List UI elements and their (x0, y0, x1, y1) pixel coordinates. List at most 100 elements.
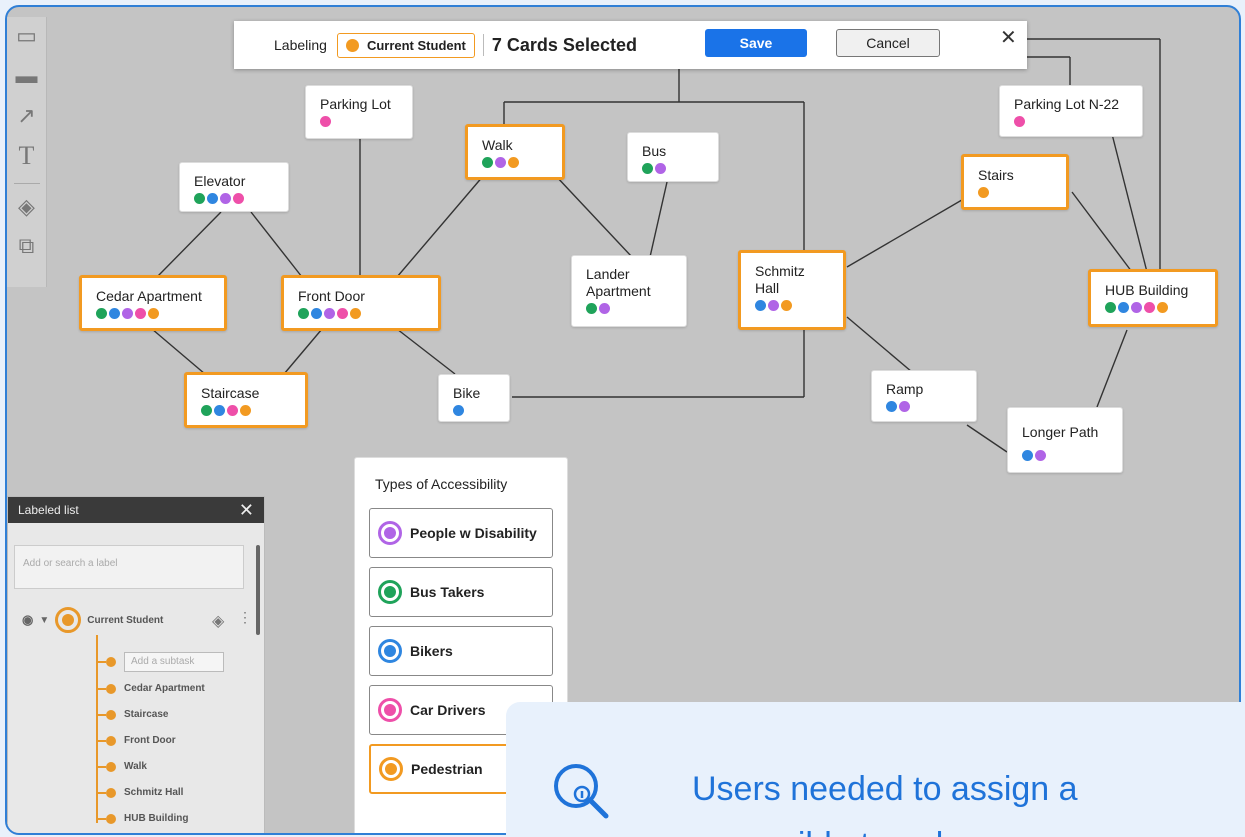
card-ramp[interactable]: Ramp (871, 370, 977, 422)
collapse-arrow-icon[interactable]: ▼ (39, 615, 49, 626)
orange-label-dot (350, 308, 361, 319)
save-button[interactable]: Save (705, 29, 807, 57)
orange-label-dot (1157, 302, 1168, 313)
card-label-dots (886, 401, 962, 413)
purple-label-icon (378, 521, 402, 545)
blue-label-dot (755, 300, 766, 311)
tag-icon[interactable]: ◈ (212, 611, 224, 631)
card-label-dots (194, 193, 274, 205)
label-color-dot (345, 38, 359, 52)
card-label-dots (1014, 116, 1128, 128)
green-label-dot (1105, 302, 1116, 313)
orange-label-dot (781, 300, 792, 311)
present-icon[interactable]: ⧉ (14, 233, 40, 259)
list-item[interactable]: Walk (96, 761, 147, 772)
scrollbar[interactable] (256, 545, 260, 635)
orange-dot-icon (106, 683, 116, 694)
green-label-dot (482, 157, 493, 168)
green-label-dot (642, 163, 653, 174)
card-label-dots (1105, 302, 1201, 314)
list-item-label: HUB Building (124, 813, 189, 824)
card-label-dots (320, 116, 398, 128)
blue-label-dot (453, 405, 464, 416)
subtask-input-row[interactable]: Add a subtask (96, 652, 224, 672)
green-label-dot (201, 405, 212, 416)
purple-label-dot (599, 303, 610, 314)
tree-stub (96, 661, 106, 663)
list-item-label: Cedar Apartment (124, 683, 205, 694)
list-item[interactable]: Front Door (96, 735, 176, 746)
blue-label-dot (311, 308, 322, 319)
card-label-dots (978, 187, 1052, 199)
eye-icon[interactable]: ◉ (22, 612, 33, 628)
labeling-bar: Labeling Current Student 7 Cards Selecte… (234, 21, 1027, 69)
current-label-text: Current Student (366, 37, 466, 53)
current-label-chip[interactable]: Current Student (336, 32, 475, 58)
card-lander-apartment[interactable]: Lander Apartment (571, 255, 687, 327)
card-schmitz-hall[interactable]: Schmitz Hall (738, 250, 846, 330)
card-elevator[interactable]: Elevator (179, 162, 289, 212)
acc-item-label: Bikers (410, 643, 453, 659)
green-label-dot (96, 308, 107, 319)
list-item-label: Walk (124, 761, 147, 772)
sticky-note-icon[interactable]: ▭ (14, 23, 40, 49)
label-root-row[interactable]: ◉ ▼ Current Student (22, 607, 163, 633)
purple-label-dot (122, 308, 133, 319)
tag-icon[interactable]: ◈ (13, 183, 40, 219)
acc-item-people-w-disability[interactable]: People w Disability (369, 508, 553, 558)
purple-label-dot (220, 193, 231, 204)
card-walk[interactable]: Walk (465, 124, 565, 180)
list-item[interactable]: HUB Building (96, 813, 188, 824)
card-parking-lot[interactable]: Parking Lot (305, 85, 413, 139)
orange-dot-icon (106, 709, 116, 720)
card-staircase[interactable]: Staircase (184, 372, 308, 428)
card-parking-lot-n22[interactable]: Parking Lot N-22 (999, 85, 1143, 137)
pink-label-dot (320, 116, 331, 127)
panel-title: Types of Accessibility (375, 476, 508, 492)
orange-label-dot (148, 308, 159, 319)
green-label-dot (194, 193, 205, 204)
tree-stub (96, 817, 106, 820)
purple-label-dot (1131, 302, 1142, 313)
acc-item-bus-takers[interactable]: Bus Takers (369, 567, 553, 617)
card-label-dots (96, 308, 210, 320)
list-item[interactable]: Schmitz Hall (96, 787, 183, 798)
list-item[interactable]: Cedar Apartment (96, 683, 205, 694)
card-cedar-apartment[interactable]: Cedar Apartment (79, 275, 227, 331)
card-hub-building[interactable]: HUB Building (1088, 269, 1218, 327)
card-title: Walk (482, 137, 513, 153)
blue-label-dot (1118, 302, 1129, 313)
list-item[interactable]: Staircase (96, 709, 168, 720)
card-label-dots (1022, 450, 1108, 462)
card-icon[interactable]: ▬ (14, 63, 40, 89)
blue-label-dot (886, 401, 897, 412)
purple-label-dot (495, 157, 506, 168)
subtask-input[interactable]: Add a subtask (124, 652, 224, 672)
card-front-door[interactable]: Front Door (281, 275, 441, 331)
close-icon[interactable]: ✕ (239, 500, 254, 521)
orange-label-icon (55, 607, 82, 633)
card-title: Elevator (194, 173, 246, 189)
cancel-button[interactable]: Cancel (836, 29, 940, 57)
pink-label-dot (233, 193, 244, 204)
blue-label-icon (378, 639, 402, 663)
blue-label-dot (1022, 450, 1033, 461)
card-longer-path[interactable]: Longer Path (1007, 407, 1123, 473)
acc-item-label: People w Disability (410, 525, 537, 541)
card-title: Parking Lot N-22 (1014, 96, 1120, 112)
card-stairs[interactable]: Stairs (961, 154, 1069, 210)
label-search-input[interactable]: Add or search a label (14, 545, 244, 589)
card-bus[interactable]: Bus (627, 132, 719, 182)
acc-item-bikers[interactable]: Bikers (369, 626, 553, 676)
orange-label-dot (978, 187, 989, 198)
green-label-dot (586, 303, 597, 314)
list-item-label: Front Door (124, 735, 176, 746)
connector-arrow-icon[interactable]: ↗ (14, 103, 40, 129)
close-icon[interactable]: ✕ (1000, 25, 1017, 50)
list-item-label: Staircase (124, 709, 169, 720)
selected-count: 7 Cards Selected (491, 34, 637, 55)
card-bike[interactable]: Bike (438, 374, 510, 422)
text-tool-icon[interactable]: T (14, 141, 40, 170)
card-label-dots (482, 157, 548, 169)
more-options-icon[interactable]: ⋮ (238, 609, 252, 626)
